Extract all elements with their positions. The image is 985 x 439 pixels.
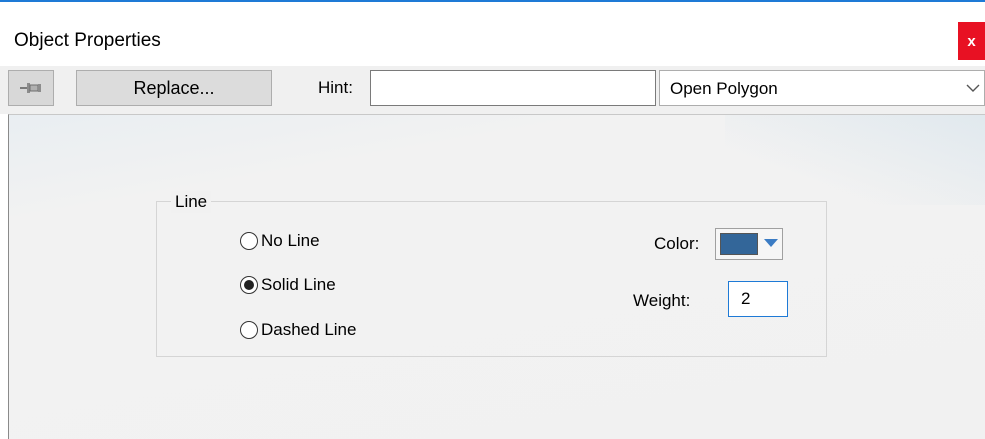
window-title: Object Properties	[14, 30, 161, 51]
radio-button[interactable]	[240, 232, 258, 250]
radio-label: Solid Line	[261, 275, 336, 294]
radio-solid-line[interactable]: Solid Line	[240, 274, 336, 296]
radio-label: No Line	[261, 231, 320, 250]
radio-button[interactable]	[240, 276, 258, 294]
chevron-down-icon	[966, 84, 980, 92]
hint-input[interactable]	[370, 70, 656, 106]
hint-label: Hint:	[318, 78, 353, 97]
object-type-value: Open Polygon	[670, 79, 778, 98]
pin-button[interactable]	[8, 70, 54, 106]
radio-button[interactable]	[240, 321, 258, 339]
radio-no-line[interactable]: No Line	[240, 230, 320, 252]
color-swatch	[720, 233, 758, 255]
radio-selected-dot	[244, 280, 254, 290]
panel-background-sheen	[725, 115, 985, 205]
object-properties-window: Object Properties x Replace... Hint: Ope…	[0, 0, 985, 439]
object-type-dropdown[interactable]: Open Polygon	[659, 70, 985, 106]
properties-panel: Line No Line Solid Line Dashed Line Colo…	[8, 114, 985, 439]
toolbar: Replace... Hint: Open Polygon	[0, 66, 985, 114]
radio-label: Dashed Line	[261, 320, 357, 339]
replace-button[interactable]: Replace...	[76, 70, 272, 106]
pushpin-icon	[20, 83, 41, 93]
close-button[interactable]: x	[958, 22, 985, 60]
close-icon: x	[967, 32, 976, 50]
weight-label: Weight:	[633, 291, 691, 310]
weight-input[interactable]	[728, 281, 788, 317]
title-bar[interactable]: Object Properties x	[0, 2, 985, 60]
dropdown-arrow-icon	[764, 239, 778, 247]
line-group-legend: Line	[171, 191, 212, 213]
color-label: Color:	[654, 234, 700, 253]
color-picker-button[interactable]	[715, 228, 783, 260]
radio-dashed-line[interactable]: Dashed Line	[240, 319, 356, 341]
